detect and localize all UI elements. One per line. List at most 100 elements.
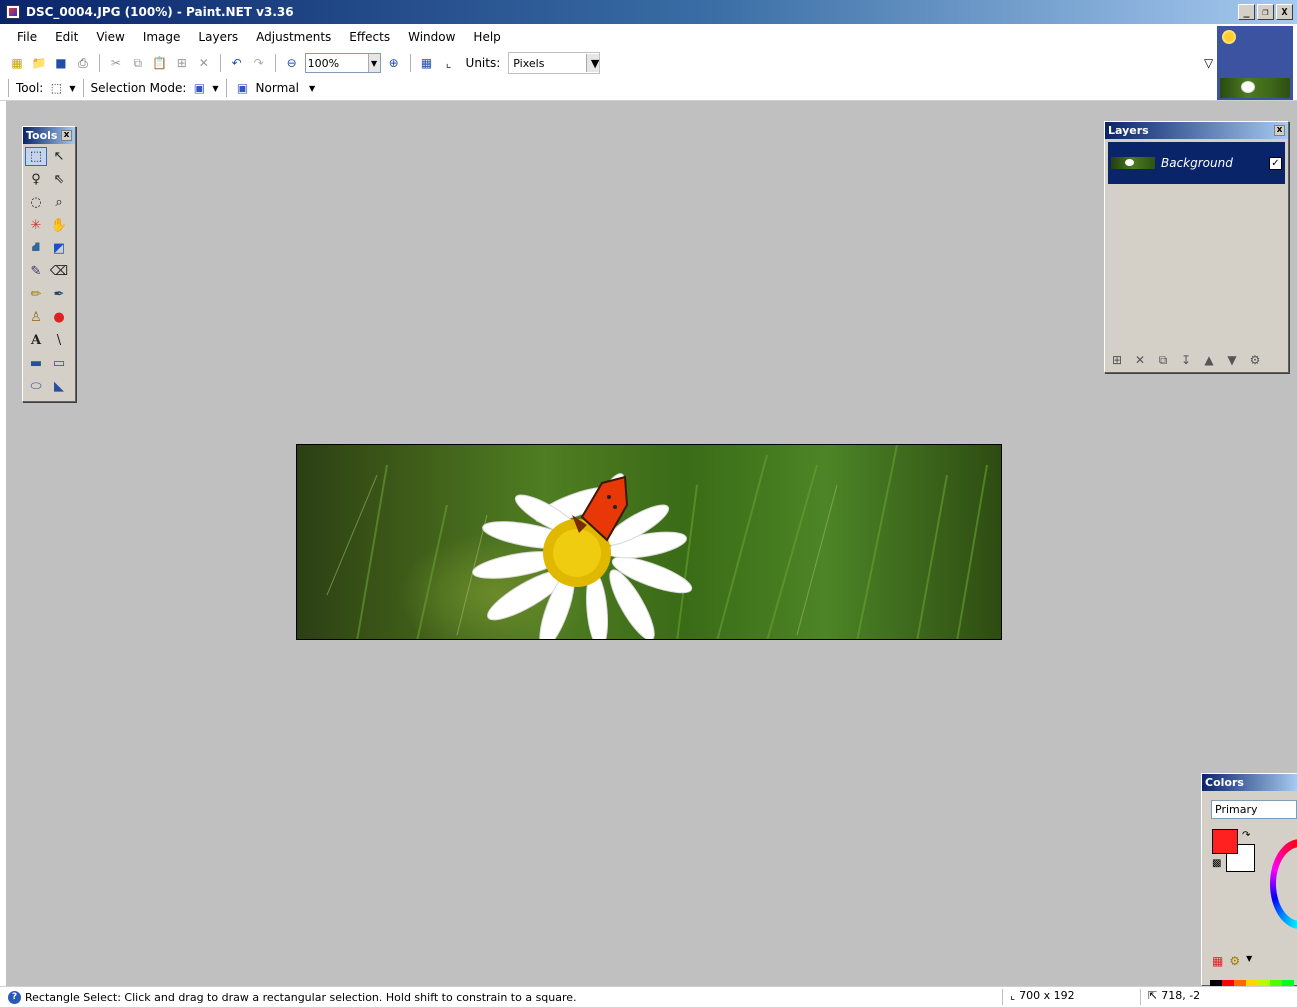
units-select[interactable]: Pixels ▼ (508, 52, 601, 74)
layer-visibility-checkbox[interactable]: ✓ (1269, 156, 1282, 170)
move-layer-down-icon[interactable]: ▼ (1224, 352, 1240, 368)
primary-color-swatch[interactable] (1212, 829, 1238, 854)
tool-clone-stamp[interactable]: ♙ (25, 308, 47, 327)
tool-line-curve[interactable]: \ (48, 331, 70, 350)
chevron-down-icon[interactable]: ▼ (69, 84, 75, 93)
zoom-out-icon[interactable]: ⊖ (283, 54, 301, 72)
menu-help[interactable]: Help (464, 30, 509, 44)
color-wheel[interactable] (1270, 839, 1297, 929)
tool-label: Tool: (16, 81, 44, 95)
tool-move-selected-pixels[interactable]: ↖ (48, 147, 70, 166)
zoom-combo[interactable]: ▼ (304, 53, 381, 73)
duplicate-layer-icon[interactable]: ⧉ (1155, 352, 1171, 368)
colors-panel: Colors Primary ↷ ▩ ▦ ⚙ ▼ (1201, 773, 1297, 986)
menu-view[interactable]: View (87, 30, 133, 44)
blend-mode-value[interactable]: Normal (256, 81, 299, 95)
tools-panel-title[interactable]: Tools x (23, 127, 75, 144)
tool-eraser[interactable]: ⌫ (48, 262, 70, 281)
open-folder-icon[interactable]: 📁 (30, 54, 48, 72)
tool-rectangle-select[interactable]: ⬚ (25, 147, 47, 166)
layer-properties-icon[interactable]: ⚙ (1247, 352, 1263, 368)
print-icon[interactable]: ⎙ (74, 54, 92, 72)
menu-file[interactable]: File (8, 30, 46, 44)
close-icon[interactable]: x (61, 130, 72, 141)
crop-to-selection-icon[interactable]: ⊞ (173, 54, 191, 72)
move-layer-up-icon[interactable]: ▲ (1201, 352, 1217, 368)
layers-panel-label: Layers (1108, 124, 1149, 137)
layer-buttons: ⊞ ✕ ⧉ ↧ ▲ ▼ ⚙ (1109, 352, 1263, 368)
cursor-position-value: 718, -2 (1161, 989, 1201, 1002)
colors-panel-title[interactable]: Colors (1202, 774, 1297, 791)
restore-button[interactable]: ❐ (1257, 4, 1274, 20)
delete-layer-icon[interactable]: ✕ (1132, 352, 1148, 368)
tool-recolor[interactable]: ● (48, 308, 70, 327)
menu-edit[interactable]: Edit (46, 30, 87, 44)
layer-row[interactable]: Background ✓ (1108, 142, 1285, 184)
zoom-in-icon[interactable]: ⊕ (385, 54, 403, 72)
toolbar-separator (98, 54, 100, 72)
canvas-image[interactable] (296, 444, 1002, 640)
toolbar-separator (82, 79, 84, 97)
merge-layer-down-icon[interactable]: ↧ (1178, 352, 1194, 368)
menu-effects[interactable]: Effects (340, 30, 399, 44)
tool-color-picker[interactable]: ✒ (48, 285, 70, 304)
chevron-down-icon[interactable]: ▼ (309, 84, 315, 93)
image-size-indicator: ⌞ 700 x 192 (1010, 989, 1075, 1002)
color-mode-select[interactable]: Primary (1211, 800, 1297, 819)
rectangle-select-icon[interactable]: ⬚ (47, 79, 65, 97)
layers-panel-title[interactable]: Layers x (1105, 122, 1288, 139)
help-icon: ? (8, 990, 21, 1004)
tool-options-bar: Tool: ⬚ ▼ Selection Mode: ▣ ▼ ▣ Normal ▼ (0, 76, 600, 100)
selection-mode-replace-icon[interactable]: ▣ (190, 79, 208, 97)
swap-colors-icon[interactable]: ↷ (1242, 830, 1250, 841)
paste-icon[interactable]: 📋 (151, 54, 169, 72)
tool-text[interactable]: A (25, 331, 47, 350)
tool-paintbrush[interactable]: ✎ (25, 262, 47, 281)
cursor-position-icon: ⇱ (1148, 989, 1158, 1002)
tool-pan[interactable]: ✋ (48, 216, 70, 235)
chevron-down-icon[interactable]: ▼ (586, 54, 599, 72)
reset-colors-icon[interactable]: ▩ (1212, 858, 1221, 869)
grid-icon[interactable]: ▦ (418, 54, 436, 72)
menu-adjustments[interactable]: Adjustments (247, 30, 340, 44)
tool-gradient[interactable]: ◩ (48, 239, 70, 258)
tool-magic-wand[interactable]: ✳ (25, 216, 47, 235)
deselect-icon[interactable]: ✕ (195, 54, 213, 72)
tool-move-selection[interactable]: ⇖ (48, 170, 70, 189)
new-file-icon[interactable]: ▦ (8, 54, 26, 72)
add-to-palette-icon[interactable]: ▦ (1212, 954, 1223, 968)
save-icon[interactable]: ■ (52, 54, 70, 72)
window-title: DSC_0004.JPG (100%) - Paint.NET v3.36 (26, 5, 294, 19)
paintnet-app-icon[interactable] (6, 5, 20, 19)
tool-pencil[interactable]: ✏ (25, 285, 47, 304)
menu-window[interactable]: Window (399, 30, 464, 44)
menu-image[interactable]: Image (134, 30, 190, 44)
zoom-input[interactable] (305, 54, 368, 72)
close-button[interactable]: X (1276, 4, 1293, 20)
undo-icon[interactable]: ↶ (228, 54, 246, 72)
tool-freeform-shape[interactable]: ◣ (48, 377, 70, 396)
tool-zoom[interactable]: ⌕ (48, 193, 70, 212)
status-help-text: Rectangle Select: Click and drag to draw… (25, 990, 577, 1004)
tools-panel: Tools x ⬚ ↖ ♀ ⇖ ◌ ⌕ ✳ ✋ ⛘ ◩ ✎ ⌫ ✏ ✒ ♙ ● … (22, 126, 76, 402)
menu-layers[interactable]: Layers (189, 30, 247, 44)
tab-list-icon[interactable]: ▽ (1204, 56, 1213, 70)
tool-lasso-select[interactable]: ♀ (25, 170, 47, 189)
tool-ellipse-select[interactable]: ◌ (25, 193, 47, 212)
minimize-button[interactable]: _ (1238, 4, 1255, 20)
tool-rectangle[interactable]: ▬ (25, 354, 47, 373)
palette-menu-icon[interactable]: ⚙ (1229, 954, 1240, 968)
image-thumbnail[interactable] (1220, 78, 1290, 98)
tool-rounded-rectangle[interactable]: ▭ (48, 354, 70, 373)
tool-ellipse[interactable]: ⬭ (25, 377, 47, 396)
rulers-icon[interactable]: ⌞ (440, 54, 458, 72)
redo-icon[interactable]: ↷ (250, 54, 268, 72)
cut-icon[interactable]: ✂ (107, 54, 125, 72)
tool-paint-bucket[interactable]: ⛘ (25, 239, 47, 258)
close-icon[interactable]: x (1274, 125, 1285, 136)
chevron-down-icon[interactable]: ▼ (1246, 954, 1252, 968)
chevron-down-icon[interactable]: ▼ (212, 84, 218, 93)
chevron-down-icon[interactable]: ▼ (367, 54, 380, 72)
add-layer-icon[interactable]: ⊞ (1109, 352, 1125, 368)
copy-icon[interactable]: ⧉ (129, 54, 147, 72)
